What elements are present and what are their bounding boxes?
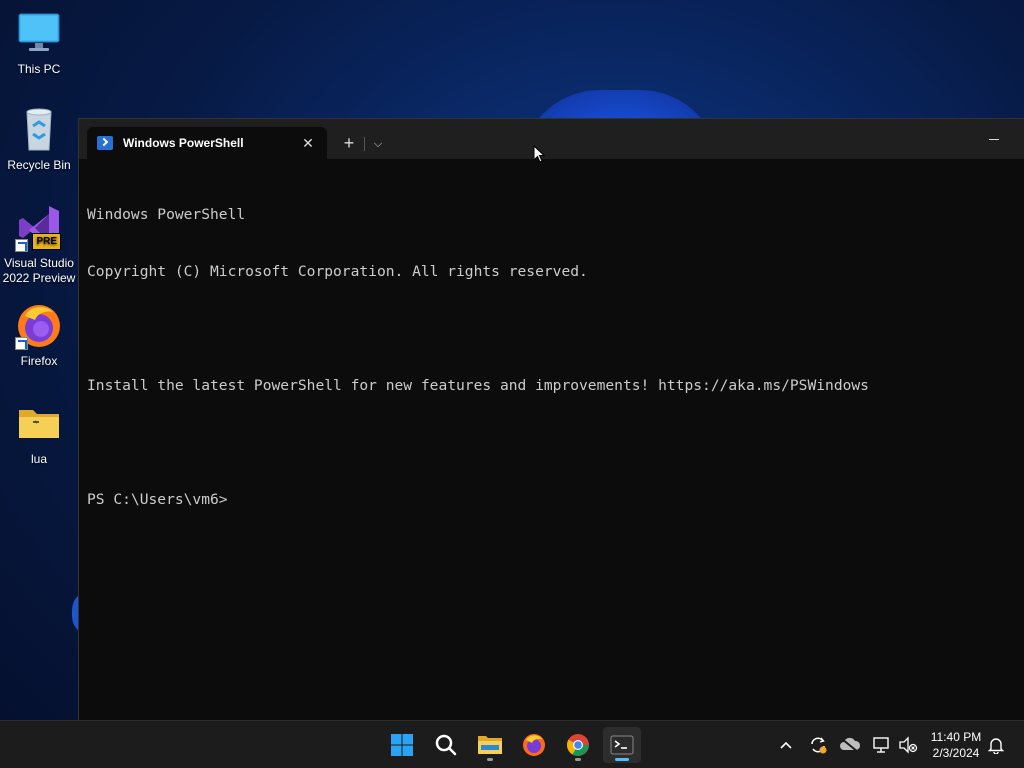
network-icon[interactable]	[870, 733, 894, 757]
monitor-icon	[15, 10, 63, 58]
start-button[interactable]	[383, 727, 421, 763]
tab-windows-powershell[interactable]: Windows PowerShell ✕	[87, 127, 327, 159]
desktop-icon-visual-studio[interactable]: PRE Visual Studio 2022 Preview	[2, 204, 76, 286]
powershell-icon	[97, 136, 113, 150]
close-tab-icon[interactable]: ✕	[299, 134, 317, 152]
desktop-icon-this-pc[interactable]: This PC	[2, 10, 76, 77]
windows-logo-icon	[391, 734, 413, 756]
taskbar: 11:40 PM 2/3/2024	[0, 720, 1024, 768]
desktop-icon-label: lua	[30, 452, 47, 466]
firefox-icon	[523, 734, 545, 756]
terminal-taskbar-button[interactable]	[603, 727, 641, 763]
desktop-icon-label: Firefox	[20, 354, 58, 368]
powershell-window[interactable]: Windows PowerShell ✕ + ⌵ Windows PowerSh…	[78, 118, 1024, 720]
folder-icon	[478, 736, 502, 754]
running-indicator	[575, 758, 581, 761]
console-line: Copyright (C) Microsoft Corporation. All…	[87, 263, 588, 280]
active-indicator	[615, 758, 629, 761]
console-prompt: PS C:\Users\vm6>	[87, 491, 228, 508]
minimize-button[interactable]	[984, 129, 1004, 149]
chrome-icon	[567, 734, 589, 756]
console-output[interactable]: Windows PowerShell Copyright (C) Microso…	[87, 167, 1016, 712]
desktop-icon-label: Recycle Bin	[7, 158, 71, 172]
console-line: Install the latest PowerShell for new fe…	[87, 377, 869, 394]
shortcut-arrow-icon	[15, 239, 28, 252]
title-bar[interactable]: Windows PowerShell ✕ + ⌵	[79, 119, 1024, 159]
clock[interactable]: 11:40 PM 2/3/2024	[924, 729, 988, 761]
desktop-icon-lua-folder[interactable]: lua	[2, 400, 76, 467]
desktop-icon-label: This PC	[17, 62, 61, 76]
chrome-taskbar-button[interactable]	[559, 727, 597, 763]
visual-studio-icon: PRE	[15, 204, 63, 252]
tab-dropdown-chevron-icon[interactable]: ⌵	[368, 133, 388, 155]
terminal-icon	[610, 735, 634, 755]
firefox-icon	[15, 302, 63, 350]
onedrive-cloud-icon[interactable]	[838, 733, 862, 757]
search-icon	[435, 734, 457, 756]
desktop-icon-label: Visual Studio 2022 Preview	[2, 256, 76, 285]
preview-badge: PRE	[32, 233, 61, 250]
mouse-pointer-icon	[533, 145, 545, 163]
tab-title: Windows PowerShell	[123, 136, 244, 150]
desktop-icon-recycle-bin[interactable]: Recycle Bin	[2, 106, 76, 173]
firefox-taskbar-button[interactable]	[515, 727, 553, 763]
sync-icon[interactable]	[806, 733, 830, 757]
tab-separator	[364, 137, 365, 151]
clock-time: 11:40 PM	[930, 730, 982, 744]
notification-bell-icon[interactable]	[984, 733, 1008, 757]
desktop-icon-firefox[interactable]: Firefox	[2, 302, 76, 369]
console-line: Windows PowerShell	[87, 206, 246, 223]
new-tab-button[interactable]: +	[337, 133, 361, 155]
show-hidden-icons-chevron-icon[interactable]	[774, 733, 798, 757]
search-button[interactable]	[427, 727, 465, 763]
file-explorer-button[interactable]	[471, 727, 509, 763]
shortcut-arrow-icon	[15, 337, 28, 350]
running-indicator	[487, 758, 493, 761]
folder-icon	[15, 400, 63, 448]
volume-muted-icon[interactable]	[896, 733, 920, 757]
recycle-bin-icon	[15, 106, 63, 154]
clock-date: 2/3/2024	[932, 746, 980, 760]
